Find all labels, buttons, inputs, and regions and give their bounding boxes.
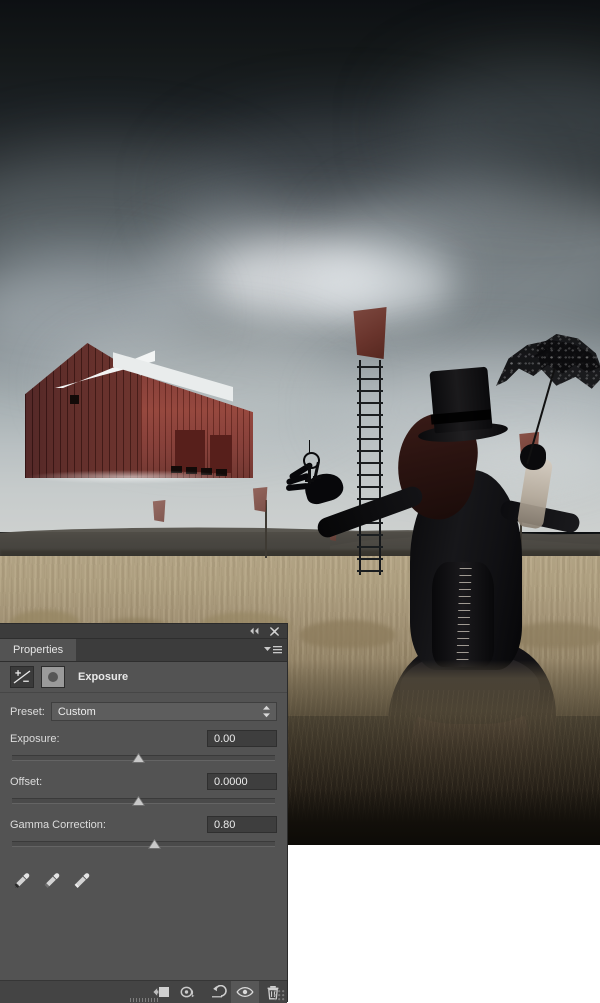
gamma-correction-slider-thumb[interactable] bbox=[148, 838, 162, 849]
previous-state-button[interactable] bbox=[175, 981, 203, 1003]
tab-properties[interactable]: Properties bbox=[0, 639, 78, 661]
offset-label: Offset: bbox=[10, 775, 43, 788]
adjustment-header: Exposure bbox=[0, 662, 287, 693]
offset-value-field[interactable]: 0.0000 bbox=[207, 773, 277, 790]
preset-row: Preset: Custom bbox=[0, 693, 287, 721]
set-white-point-eyedropper[interactable] bbox=[74, 872, 91, 889]
key bbox=[313, 476, 321, 479]
key-chain bbox=[309, 440, 310, 454]
slider-track bbox=[12, 841, 275, 847]
offset-slider-thumb[interactable] bbox=[132, 795, 146, 806]
barn-snow-roof bbox=[55, 340, 233, 402]
panel-topbar bbox=[0, 624, 287, 639]
set-gray-point-eyedropper[interactable] bbox=[44, 872, 61, 889]
preset-label: Preset: bbox=[10, 705, 45, 718]
gamma-correction-control: Gamma Correction: 0.80 bbox=[0, 807, 287, 850]
reset-button[interactable] bbox=[203, 981, 231, 1003]
adjustment-title: Exposure bbox=[78, 671, 129, 683]
stepper-arrows-icon[interactable] bbox=[262, 705, 271, 718]
panel-tabstrip[interactable]: Properties bbox=[0, 639, 287, 662]
exposure-slider-thumb[interactable] bbox=[132, 752, 146, 763]
lace-parasol bbox=[480, 330, 600, 470]
toggle-visibility-button[interactable] bbox=[231, 981, 259, 1003]
panel-menu-icon[interactable] bbox=[264, 644, 282, 656]
gamma-correction-slider[interactable] bbox=[10, 837, 277, 850]
eyedropper-row bbox=[0, 850, 287, 889]
preset-select[interactable]: Custom bbox=[50, 702, 277, 721]
set-black-point-eyedropper[interactable] bbox=[14, 872, 31, 889]
panel-footer bbox=[0, 980, 287, 1003]
barn-base-glow bbox=[25, 470, 235, 484]
offset-control: Offset: 0.0000 bbox=[0, 764, 287, 807]
panel-drag-grip[interactable] bbox=[129, 998, 158, 1002]
close-icon[interactable] bbox=[267, 625, 281, 637]
tab-properties-label: Properties bbox=[13, 644, 64, 656]
gamma-correction-label: Gamma Correction: bbox=[10, 818, 106, 831]
panel-resize-grip[interactable] bbox=[274, 990, 285, 1001]
exposure-value-field[interactable]: 0.00 bbox=[207, 730, 277, 747]
exposure-icon[interactable] bbox=[10, 666, 34, 688]
offset-slider[interactable] bbox=[10, 794, 277, 807]
panel-body: Exposure Preset: Custom Exposure: 0.00 O… bbox=[0, 662, 287, 1003]
preset-value: Custom bbox=[57, 705, 96, 718]
gamma-correction-value-field[interactable]: 0.80 bbox=[207, 816, 277, 833]
properties-panel[interactable]: Properties Exposure Preset: Custom Expos… bbox=[0, 624, 287, 1003]
exposure-slider[interactable] bbox=[10, 751, 277, 764]
exposure-label: Exposure: bbox=[10, 732, 60, 745]
exposure-control: Exposure: 0.00 bbox=[0, 721, 287, 764]
collapse-to-icons-icon[interactable] bbox=[247, 625, 261, 637]
layer-mask-thumbnail[interactable] bbox=[41, 666, 65, 688]
